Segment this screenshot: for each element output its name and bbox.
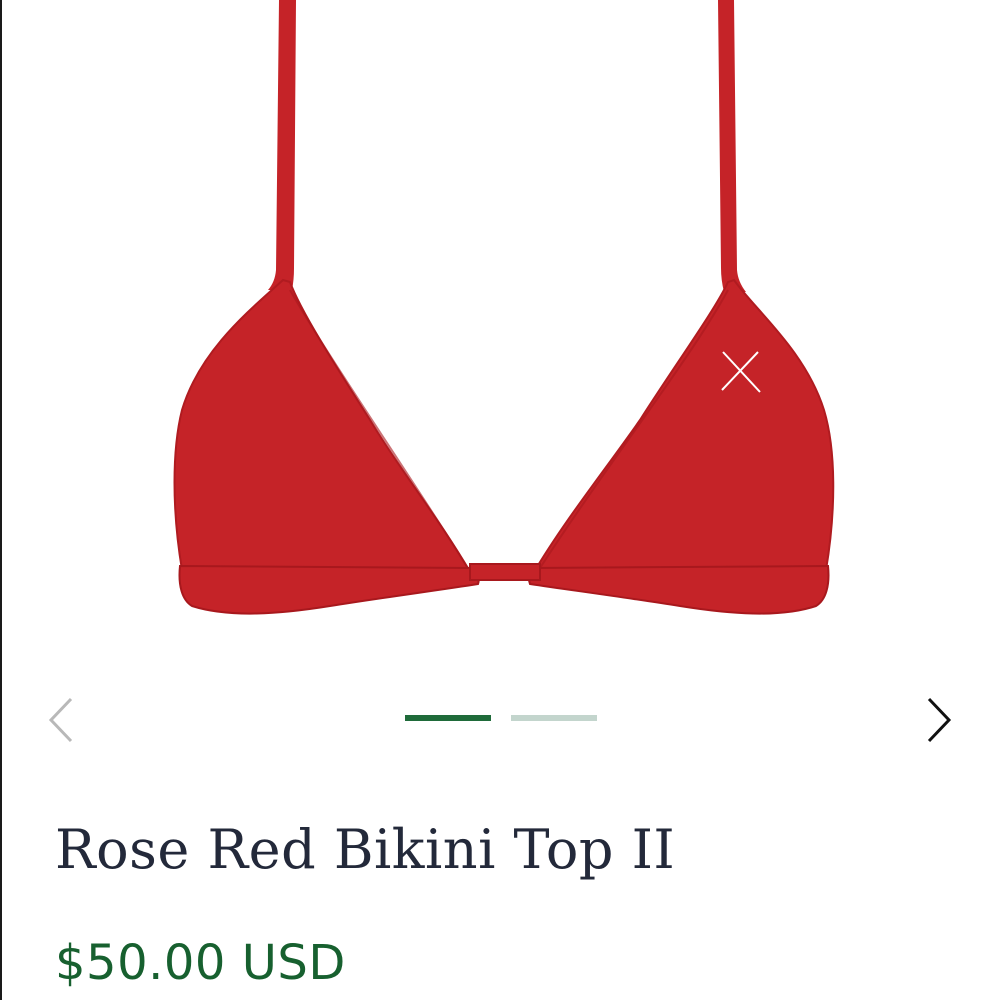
right-strap xyxy=(718,0,746,292)
center-connector xyxy=(469,563,541,581)
right-cup xyxy=(532,278,835,574)
carousel-dot-1[interactable] xyxy=(405,715,491,721)
right-band xyxy=(527,564,830,615)
carousel-next-button[interactable] xyxy=(910,690,970,750)
chevron-right-icon xyxy=(927,697,952,743)
left-strap xyxy=(268,0,296,290)
product-image[interactable] xyxy=(0,0,1000,680)
chevron-left-icon xyxy=(48,697,73,743)
carousel-dot-2[interactable] xyxy=(511,715,597,721)
carousel-prev-button[interactable] xyxy=(30,690,90,750)
left-band xyxy=(178,564,480,615)
carousel-indicators xyxy=(405,715,600,723)
left-cup xyxy=(173,278,472,574)
product-title: Rose Red Bikini Top II xyxy=(55,818,676,881)
product-price: $50.00 USD xyxy=(55,935,346,991)
